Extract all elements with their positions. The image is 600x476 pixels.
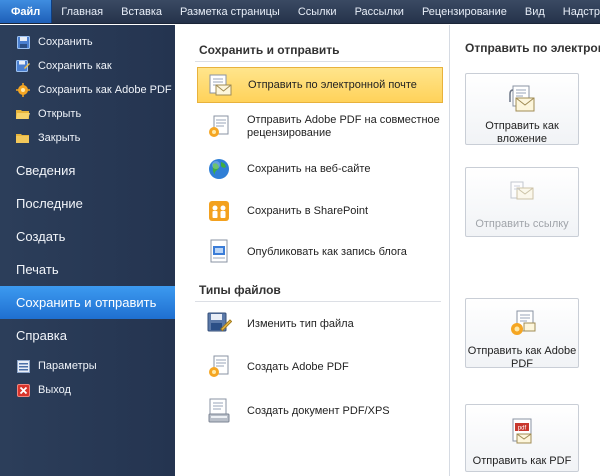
nav-open[interactable]: Открыть	[0, 102, 175, 126]
blog-icon	[205, 238, 233, 266]
send-as-adobe-pdf-button[interactable]: Отправить как Adobe PDF	[465, 298, 579, 370]
option-send-email-label: Отправить по электронной почте	[248, 78, 417, 91]
option-change-file-type-label: Изменить тип файла	[247, 317, 354, 330]
option-create-adobe-pdf[interactable]: Создать Adobe PDF	[197, 349, 443, 385]
option-publish-blog-label: Опубликовать как запись блога	[247, 245, 407, 258]
tab-mailings[interactable]: Рассылки	[346, 0, 413, 23]
option-save-sharepoint-label: Сохранить в SharePoint	[247, 204, 369, 217]
send-link-label: Отправить ссылку	[475, 218, 569, 230]
send-link-button[interactable]: Отправить ссылку	[465, 167, 579, 237]
globe-icon	[205, 155, 233, 183]
nav-tab-save-and-send[interactable]: Сохранить и отправить	[0, 286, 175, 319]
nav-tab-new[interactable]: Создать	[0, 220, 175, 253]
exit-icon	[16, 383, 30, 397]
svg-text:pdf: pdf	[518, 426, 527, 432]
nav-save-as-pdf-label: Сохранить как Adobe PDF	[38, 84, 172, 96]
option-create-pdf-xps-label: Создать документ PDF/XPS	[247, 404, 390, 417]
send-email-panel: Отправить по электронной Отправить как в…	[450, 25, 600, 476]
send-adobe-pdf-icon	[505, 309, 539, 339]
send-as-attachment-button[interactable]: Отправить как вложение	[465, 73, 579, 145]
options-icon	[16, 359, 30, 373]
option-save-to-web-label: Сохранить на веб-сайте	[247, 162, 371, 175]
create-pdf-icon	[205, 353, 233, 381]
send-as-pdf-label: Отправить как PDF	[472, 455, 572, 467]
nav-options-label: Параметры	[38, 360, 97, 372]
save-as-icon	[16, 59, 30, 73]
nav-save[interactable]: Сохранить	[0, 30, 175, 54]
nav-exit[interactable]: Выход	[0, 378, 175, 402]
send-as-attachment-label: Отправить как вложение	[485, 120, 559, 145]
divider	[195, 301, 441, 302]
option-change-file-type[interactable]: Изменить тип файла	[197, 307, 443, 341]
nav-options[interactable]: Параметры	[0, 354, 175, 378]
nav-exit-label: Выход	[38, 384, 71, 396]
option-publish-blog[interactable]: Опубликовать как запись блога	[197, 235, 443, 269]
option-create-pdf-xps[interactable]: Создать документ PDF/XPS	[197, 393, 443, 429]
pdf-icon	[16, 83, 30, 97]
sharepoint-icon	[205, 197, 233, 225]
open-folder-icon	[16, 107, 30, 121]
send-email-panel-title: Отправить по электронной	[465, 41, 600, 55]
option-save-to-web[interactable]: Сохранить на веб-сайте	[197, 153, 443, 185]
nav-save-as[interactable]: Сохранить как	[0, 54, 175, 78]
save-icon	[16, 35, 30, 49]
send-link-icon	[505, 178, 539, 212]
nav-save-label: Сохранить	[38, 36, 93, 48]
tab-review[interactable]: Рецензирование	[413, 0, 516, 23]
option-save-sharepoint[interactable]: Сохранить в SharePoint	[197, 195, 443, 227]
nav-tab-help[interactable]: Справка	[0, 319, 175, 352]
divider	[195, 61, 441, 62]
option-send-pdf-review-label: Отправить Adobe PDF на совместное реценз…	[247, 114, 440, 139]
nav-close-label: Закрыть	[38, 132, 81, 144]
tab-insert[interactable]: Вставка	[112, 0, 171, 23]
send-pdf-icon: pdf	[505, 415, 539, 449]
email-icon	[206, 71, 234, 99]
close-folder-icon	[16, 131, 30, 145]
nav-tab-info[interactable]: Сведения	[0, 154, 175, 187]
section-title-save-send: Сохранить и отправить	[199, 43, 340, 57]
send-as-pdf-button[interactable]: pdf Отправить как PDF	[465, 404, 579, 472]
send-as-adobe-pdf-label: Отправить как Adobe PDF	[467, 345, 577, 370]
tab-page-layout[interactable]: Разметка страницы	[171, 0, 289, 23]
backstage-nav: Сохранить Сохранить как Сохранить как Ad…	[0, 25, 175, 476]
option-send-email[interactable]: Отправить по электронной почте	[197, 67, 443, 103]
change-type-icon	[205, 310, 233, 338]
option-send-pdf-review[interactable]: Отправить Adobe PDF на совместное реценз…	[197, 109, 443, 145]
nav-save-as-label: Сохранить как	[38, 60, 112, 72]
option-create-adobe-pdf-label: Создать Adobe PDF	[247, 360, 349, 373]
tab-addins[interactable]: Надстр	[554, 0, 600, 23]
nav-tab-recent[interactable]: Последние	[0, 187, 175, 220]
pdf-review-icon	[205, 113, 233, 141]
attachment-icon	[505, 84, 539, 114]
pdf-xps-icon	[205, 397, 233, 425]
section-title-file-types: Типы файлов	[199, 283, 281, 297]
nav-open-label: Открыть	[38, 108, 82, 120]
tab-home[interactable]: Главная	[52, 0, 112, 23]
nav-save-as-pdf[interactable]: Сохранить как Adobe PDF	[0, 78, 175, 102]
tab-view[interactable]: Вид	[516, 0, 554, 23]
tab-references[interactable]: Ссылки	[289, 0, 346, 23]
save-send-options-panel: Сохранить и отправить Отправить по элект…	[175, 25, 450, 476]
nav-close[interactable]: Закрыть	[0, 126, 175, 150]
ribbon-tab-bar: Файл Главная Вставка Разметка страницы С…	[0, 0, 600, 24]
nav-tab-print[interactable]: Печать	[0, 253, 175, 286]
tab-file[interactable]: Файл	[0, 0, 53, 23]
